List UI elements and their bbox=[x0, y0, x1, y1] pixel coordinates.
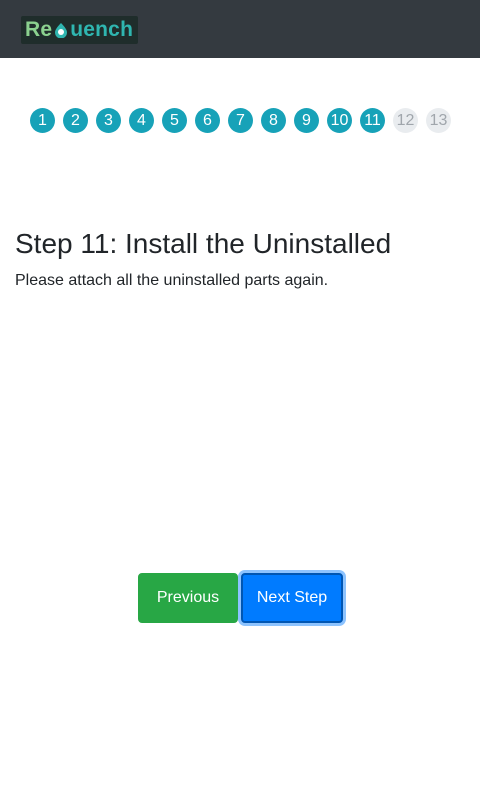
logo-text-a: Re bbox=[25, 18, 53, 41]
step-1[interactable]: 1 bbox=[30, 108, 55, 133]
step-8[interactable]: 8 bbox=[261, 108, 286, 133]
step-9[interactable]: 9 bbox=[294, 108, 319, 133]
step-7[interactable]: 7 bbox=[228, 108, 253, 133]
step-12[interactable]: 12 bbox=[393, 108, 418, 133]
step-13[interactable]: 13 bbox=[426, 108, 451, 133]
step-title: Step 11: Install the Uninstalled bbox=[15, 228, 392, 259]
step-5[interactable]: 5 bbox=[162, 108, 187, 133]
step-6[interactable]: 6 bbox=[195, 108, 220, 133]
requench-logo[interactable]: Re uench bbox=[21, 16, 138, 44]
step-2[interactable]: 2 bbox=[63, 108, 88, 133]
step-progress: 1 2 3 4 5 6 7 8 9 10 11 12 13 bbox=[30, 108, 451, 133]
previous-button[interactable]: Previous bbox=[138, 573, 238, 623]
leaf-drop-icon bbox=[55, 23, 68, 38]
step-3[interactable]: 3 bbox=[96, 108, 121, 133]
step-10[interactable]: 10 bbox=[327, 108, 352, 133]
top-navbar: Re uench bbox=[0, 0, 480, 58]
step-4[interactable]: 4 bbox=[129, 108, 154, 133]
step-11[interactable]: 11 bbox=[360, 108, 385, 133]
logo-text-b: uench bbox=[70, 18, 134, 41]
next-step-button[interactable]: Next Step bbox=[241, 573, 343, 623]
step-description: Please attach all the uninstalled parts … bbox=[15, 272, 329, 289]
